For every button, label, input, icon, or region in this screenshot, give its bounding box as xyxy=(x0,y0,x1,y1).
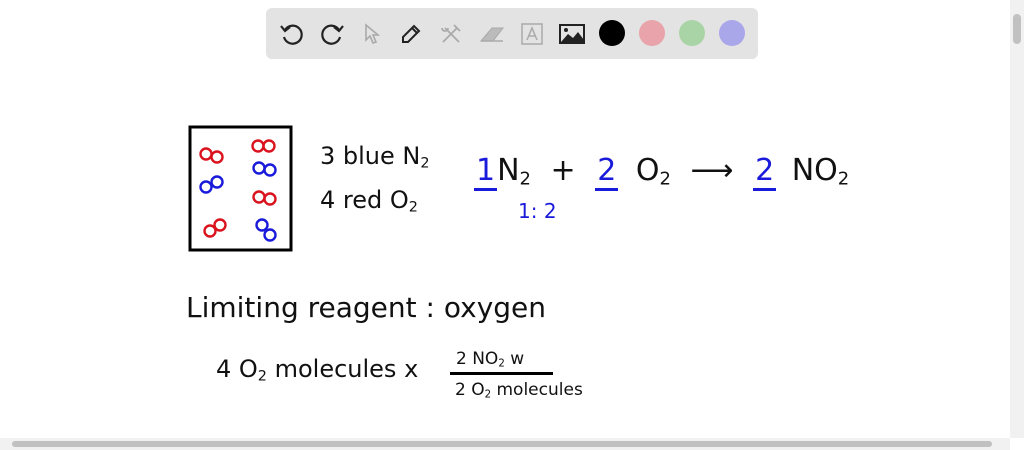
n2-molecule xyxy=(255,218,277,242)
color-black-swatch[interactable] xyxy=(599,20,625,46)
color-green-swatch[interactable] xyxy=(679,20,705,46)
subscript: 2 xyxy=(484,389,492,401)
subscript: 2 xyxy=(659,168,671,190)
n2-molecule xyxy=(199,175,224,194)
numerator-tail: w xyxy=(510,349,525,369)
calc-left: 4 O2 molecules x xyxy=(216,357,418,384)
numerator-text: 2 NO xyxy=(456,349,499,369)
coefficient-no2: 2 xyxy=(753,153,777,191)
eraser-icon[interactable] xyxy=(478,20,506,48)
fraction-numerator: 2 NO2 w xyxy=(456,351,524,370)
color-red-swatch[interactable] xyxy=(639,20,665,46)
o2-molecule xyxy=(252,190,277,206)
subscript: 2 xyxy=(837,168,850,190)
tools-icon[interactable] xyxy=(437,20,465,48)
coefficient-o2: 2 xyxy=(595,153,619,191)
calc-unit: molecules x xyxy=(274,355,419,383)
plus-sign: + xyxy=(550,153,576,188)
o2-molecule xyxy=(203,218,227,238)
horizontal-scrollbar[interactable] xyxy=(0,438,1010,450)
fraction-bar xyxy=(450,372,553,375)
text-icon[interactable] xyxy=(518,20,546,48)
n2-formula: N xyxy=(497,153,520,188)
o2-formula: O xyxy=(635,153,660,188)
horizontal-scroll-thumb[interactable] xyxy=(12,441,992,447)
denominator-unit: molecules xyxy=(496,380,583,400)
mole-ratio: 1: 2 xyxy=(518,199,557,223)
undo-icon[interactable] xyxy=(278,20,306,48)
n2-molecule xyxy=(252,161,277,177)
vertical-scrollbar[interactable] xyxy=(1010,0,1024,438)
no2-formula: NO xyxy=(791,153,838,188)
reaction-arrow: ⟶ xyxy=(690,153,734,188)
redo-icon[interactable] xyxy=(318,20,346,48)
color-blue-swatch[interactable] xyxy=(719,20,745,46)
calc-amount: 4 O xyxy=(216,355,258,383)
select-icon[interactable] xyxy=(358,20,386,48)
fraction-denominator: 2 O2 molecules xyxy=(455,382,583,401)
subscript: 2 xyxy=(257,368,267,385)
o2-label-text: 4 red O xyxy=(320,186,409,214)
o2-count-label: 4 red O2 xyxy=(320,188,418,215)
subscript: 2 xyxy=(498,358,505,370)
subscript: 2 xyxy=(420,155,430,172)
limiting-reagent-text: Limiting reagent : oxygen xyxy=(186,291,547,324)
o2-molecule xyxy=(251,139,276,153)
pen-icon[interactable] xyxy=(397,20,425,48)
n2-label-text: 3 blue N xyxy=(320,142,421,170)
image-icon[interactable] xyxy=(558,20,586,48)
subscript: 2 xyxy=(408,199,418,216)
subscript: 2 xyxy=(519,168,531,190)
molecule-box xyxy=(188,125,293,252)
coefficient-n2: 1 xyxy=(474,153,498,191)
vertical-scroll-thumb[interactable] xyxy=(1013,14,1021,44)
n2-count-label: 3 blue N2 xyxy=(320,144,430,171)
denominator-text: 2 O xyxy=(455,380,485,400)
drawing-toolbar xyxy=(266,8,758,59)
balanced-equation: 1N2 + 2 O2 ⟶ 2 NO2 xyxy=(474,153,850,191)
o2-molecule xyxy=(199,147,224,164)
